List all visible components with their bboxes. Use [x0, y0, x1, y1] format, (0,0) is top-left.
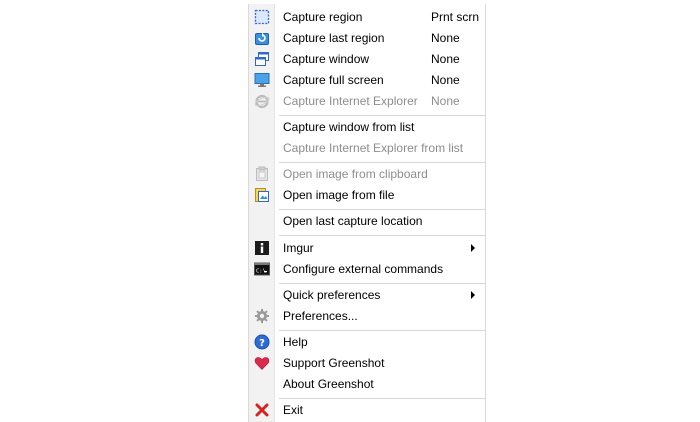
menu-item-label: Capture last region — [283, 31, 385, 45]
exit-icon — [254, 402, 270, 418]
menu-separator — [279, 398, 485, 399]
context-menu: Capture region Prnt scrn Capture last re… — [248, 4, 486, 422]
menu-separator — [279, 283, 485, 284]
menu-item-capture-window-from-list[interactable]: Capture window from list — [249, 117, 485, 138]
gear-icon — [254, 308, 270, 324]
menu-item-capture-last-region[interactable]: Capture last region None — [249, 28, 485, 49]
menu-item-preferences[interactable]: Preferences... — [249, 306, 485, 327]
menu-item-exit[interactable]: Exit — [249, 400, 485, 421]
menu-item-label: Imgur — [283, 241, 314, 255]
menu-item-open-image-from-file[interactable]: Open image from file — [249, 185, 485, 206]
menu-item-label: Quick preferences — [283, 288, 381, 302]
submenu-arrow-icon — [471, 244, 475, 252]
menu-item-label: Open image from clipboard — [283, 167, 428, 181]
menu-item-shortcut: None — [431, 94, 460, 108]
command-prompt-icon: C:\ — [254, 261, 270, 277]
menu-item-label: Capture Internet Explorer from list — [283, 141, 464, 155]
imgur-icon — [254, 240, 270, 256]
menu-item-label: Support Greenshot — [283, 356, 385, 370]
menu-item-capture-region[interactable]: Capture region Prnt scrn — [249, 7, 485, 28]
menu-item-label: Capture window — [283, 52, 370, 66]
menu-item-capture-window[interactable]: Capture window None — [249, 49, 485, 70]
menu-item-label: Help — [283, 335, 308, 349]
menu-item-configure-external-commands[interactable]: C:\ Configure external commands — [249, 259, 485, 280]
menu-separator — [279, 162, 485, 163]
menu-item-label: Configure external commands — [283, 262, 444, 276]
heart-icon — [254, 355, 270, 371]
menu-item-shortcut: Prnt scrn — [431, 10, 480, 24]
clipboard-icon — [254, 166, 270, 182]
menu-item-capture-full-screen[interactable]: Capture full screen None — [249, 70, 485, 91]
capture-window-icon — [254, 51, 270, 67]
menu-separator — [279, 235, 485, 236]
menu-item-label: Capture Internet Explorer — [283, 94, 418, 108]
menu-item-imgur[interactable]: Imgur — [249, 238, 485, 259]
menu-separator — [279, 209, 485, 210]
capture-last-region-icon — [254, 30, 270, 46]
menu-item-open-image-from-clipboard: Open image from clipboard — [249, 164, 485, 185]
menu-item-label: Capture region — [283, 10, 363, 24]
menu-item-quick-preferences[interactable]: Quick preferences — [249, 285, 485, 306]
menu-item-shortcut: None — [431, 31, 460, 45]
internet-explorer-icon — [254, 93, 270, 109]
menu-item-label: Capture full screen — [283, 73, 384, 87]
menu-item-capture-ie-from-list: Capture Internet Explorer from list — [249, 138, 485, 159]
menu-item-label: Preferences... — [283, 309, 358, 323]
menu-separator — [279, 115, 485, 116]
menu-item-support-greenshot[interactable]: Support Greenshot — [249, 353, 485, 374]
menu-item-shortcut: None — [431, 73, 460, 87]
menu-item-open-last-capture-location[interactable]: Open last capture location — [249, 211, 485, 232]
menu-item-label: Open image from file — [283, 188, 395, 202]
menu-item-label: Exit — [283, 403, 304, 417]
menu-item-label: Capture window from list — [283, 120, 415, 134]
menu-item-label: Open last capture location — [283, 214, 423, 228]
capture-full-screen-icon — [254, 72, 270, 88]
menu-item-help[interactable]: ? Help — [249, 332, 485, 353]
menu-separator — [279, 330, 485, 331]
menu-item-label: About Greenshot — [283, 377, 374, 391]
capture-region-icon — [254, 9, 270, 25]
svg-text:?: ? — [259, 338, 265, 349]
menu-item-about-greenshot[interactable]: About Greenshot — [249, 374, 485, 395]
menu-item-capture-internet-explorer: Capture Internet Explorer None — [249, 91, 485, 112]
open-file-icon — [254, 187, 270, 203]
menu-item-shortcut: None — [431, 52, 460, 66]
help-icon: ? — [254, 334, 270, 350]
submenu-arrow-icon — [471, 291, 475, 299]
